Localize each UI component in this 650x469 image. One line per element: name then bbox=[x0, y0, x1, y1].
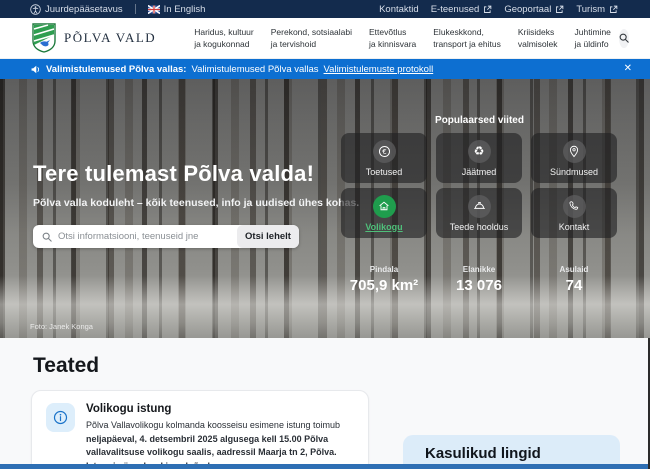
topbar-link-turism[interactable]: Turism bbox=[576, 4, 618, 15]
popular-links-title: Populaarsed viited bbox=[341, 115, 618, 126]
external-link-icon bbox=[555, 5, 564, 14]
recycle-icon: ♻ bbox=[468, 140, 491, 163]
uk-flag-icon bbox=[148, 5, 160, 14]
useful-links-title: Kasulikud lingid bbox=[425, 445, 620, 462]
info-icon bbox=[46, 403, 75, 432]
search-icon bbox=[619, 33, 629, 43]
hardhat-icon bbox=[468, 195, 491, 218]
nav-item-elukeskkond[interactable]: Elukeskkond,transport ja ehitus bbox=[433, 26, 501, 51]
external-link-icon bbox=[609, 5, 618, 14]
nav-item-ettevotlus[interactable]: Ettevõtlusja kinnisvara bbox=[369, 26, 416, 51]
site-logo[interactable]: PÕLVA VALD bbox=[32, 23, 156, 53]
popular-links-grid: € Toetused ♻ Jäätmed Sündmused Volikogu bbox=[341, 133, 618, 238]
notification-link[interactable]: Valimistulemuste protokoll bbox=[324, 64, 434, 75]
announcement-body: Põlva Vallavolikogu kolmanda koosseisu e… bbox=[86, 419, 354, 469]
svg-text:€: € bbox=[382, 147, 386, 155]
hero-search: Otsi lehelt bbox=[33, 225, 299, 248]
house-icon bbox=[373, 195, 396, 218]
topbar-link-kontaktid[interactable]: Kontaktid bbox=[379, 4, 419, 15]
external-link-icon bbox=[483, 5, 492, 14]
accessibility-icon bbox=[30, 4, 41, 15]
topbar-link-geoportaal[interactable]: Geoportaal bbox=[504, 4, 564, 15]
coat-of-arms-icon bbox=[32, 23, 56, 53]
photo-credit: Foto: Janek Konga bbox=[30, 322, 93, 331]
topbar-divider bbox=[135, 4, 136, 14]
site-name: PÕLVA VALD bbox=[64, 30, 156, 46]
megaphone-icon bbox=[30, 64, 41, 75]
municipality-stats: Pindala 705,9 km² Elanikke 13 076 Asulai… bbox=[341, 265, 618, 294]
location-pin-icon bbox=[563, 140, 586, 163]
nav-item-perekond[interactable]: Perekond, sotsiaalabija tervishoid bbox=[271, 26, 352, 51]
hero: Tere tulemast Põlva valda! Põlva valla k… bbox=[0, 79, 650, 338]
announcement-card[interactable]: Volikogu istung Põlva Vallavolikogu kolm… bbox=[31, 390, 369, 469]
notification-bar: Valimistulemused Põlva vallas: Valimistu… bbox=[0, 59, 650, 79]
nav-item-juhtimine[interactable]: Juhtimineja üldinfo bbox=[575, 26, 611, 51]
hero-subheading: Põlva valla koduleht – kõik teenused, in… bbox=[33, 197, 359, 209]
language-link[interactable]: In English bbox=[148, 4, 206, 15]
notification-text: Valimistulemused Põlva vallas bbox=[191, 64, 318, 75]
nav-item-haridus[interactable]: Haridus, kultuurja kogukonnad bbox=[194, 26, 254, 51]
utility-bar: Juurdepääsetavus In English Kontaktid E-… bbox=[0, 0, 650, 18]
tile-toetused[interactable]: € Toetused bbox=[341, 133, 427, 183]
header-search-button[interactable] bbox=[619, 29, 629, 48]
hero-search-submit[interactable]: Otsi lehelt bbox=[237, 225, 299, 248]
main-nav: Haridus, kultuurja kogukonnad Perekond, … bbox=[194, 26, 611, 51]
popular-links: Populaarsed viited € Toetused ♻ Jäätmed … bbox=[341, 79, 618, 294]
stat-elanikke: Elanikke 13 076 bbox=[436, 265, 522, 294]
topbar-link-eteenused[interactable]: E-teenused bbox=[431, 4, 493, 15]
announcement-title: Volikogu istung bbox=[86, 403, 354, 415]
stat-asulaid: Asulaid 74 bbox=[531, 265, 617, 294]
phone-icon bbox=[563, 195, 586, 218]
notification-title: Valimistulemused Põlva vallas: bbox=[46, 64, 186, 75]
section-title: Teated bbox=[33, 354, 99, 378]
tile-kontakt[interactable]: Kontakt bbox=[531, 188, 617, 238]
tile-jaatmed[interactable]: ♻ Jäätmed bbox=[436, 133, 522, 183]
tile-sundmused[interactable]: Sündmused bbox=[531, 133, 617, 183]
site-header: PÕLVA VALD Haridus, kultuurja kogukonnad… bbox=[0, 18, 650, 59]
accessibility-label: Juurdepääsetavus bbox=[45, 4, 123, 15]
notification-close-button[interactable]: ✕ bbox=[618, 62, 638, 76]
page: Juurdepääsetavus In English Kontaktid E-… bbox=[0, 0, 650, 469]
euro-icon: € bbox=[373, 140, 396, 163]
tile-teede-hooldus[interactable]: Teede hooldus bbox=[436, 188, 522, 238]
bottom-strip bbox=[0, 464, 650, 469]
hero-search-input[interactable] bbox=[52, 231, 237, 242]
accessibility-link[interactable]: Juurdepääsetavus bbox=[30, 4, 123, 15]
hero-heading: Tere tulemast Põlva valda! bbox=[33, 161, 314, 187]
content-area: Teated Volikogu istung Põlva Vallavoliko… bbox=[0, 338, 650, 469]
search-icon bbox=[42, 232, 52, 242]
language-label: In English bbox=[164, 4, 206, 15]
nav-item-kriisideks[interactable]: Kriisideksvalmisolek bbox=[518, 26, 558, 51]
tile-volikogu[interactable]: Volikogu bbox=[341, 188, 427, 238]
stat-pindala: Pindala 705,9 km² bbox=[341, 265, 427, 294]
